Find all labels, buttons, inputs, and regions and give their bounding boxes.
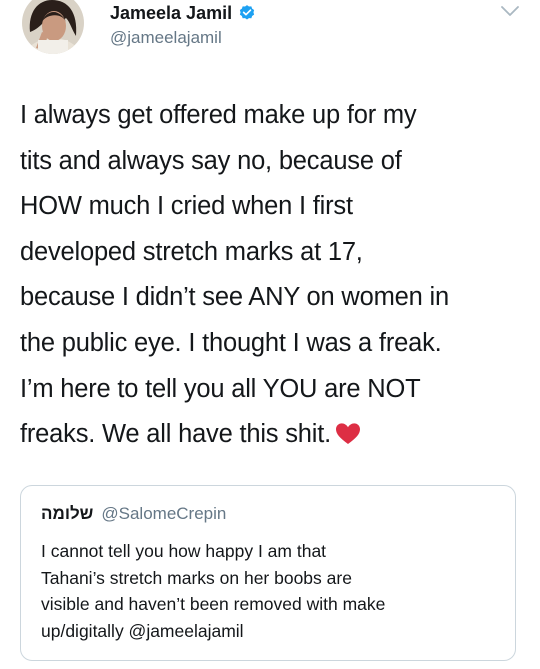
quoted-tweet-header: שלומה @SalomeCrepin (41, 504, 226, 524)
tweet-text-line: tits and always say no, because of (20, 146, 402, 175)
avatar[interactable] (22, 0, 84, 54)
tweet-text: I always get offered make up for my tits… (20, 93, 525, 458)
tweet-card: Jameela Jamil @jameelajamil I always get… (0, 0, 540, 669)
quoted-text-line: visible and haven’t been removed with ma… (41, 594, 386, 614)
quoted-text-line: up/digitally @jameelajamil (41, 620, 244, 641)
quoted-handle: @SalomeCrepin (101, 504, 227, 523)
tweet-text-line: I always get offered make up for my (20, 101, 417, 129)
quoted-text-line: Tahani’s stretch marks on her boobs are (41, 567, 352, 588)
tweet-text-line: developed stretch marks at 17, (20, 237, 363, 266)
heart-icon (335, 416, 361, 445)
tweet-text-line: the public eye. I thought I was a freak. (20, 328, 442, 357)
tweet-text-line: freaks. We all have this shit. (20, 420, 331, 449)
tweet-text-line: because I didn’t see ANY on women in (20, 283, 449, 312)
quoted-display-name: שלומה (41, 504, 94, 523)
tweet-text-line: I’m here to tell you all YOU are NOT (20, 374, 421, 403)
quoted-tweet[interactable]: שלומה @SalomeCrepin I cannot tell you ho… (20, 485, 516, 661)
quoted-text-line: I cannot tell you how happy I am that (41, 541, 327, 561)
author-handle[interactable]: @jameelajamil (110, 28, 222, 48)
quoted-tweet-text: I cannot tell you how happy I am that Ta… (41, 538, 501, 644)
author-name-line: Jameela Jamil (110, 2, 256, 24)
display-name[interactable]: Jameela Jamil (110, 3, 232, 24)
chevron-down-icon[interactable] (500, 4, 520, 18)
tweet-text-line: HOW much I cried when I first (20, 192, 353, 221)
verified-badge-icon (238, 4, 256, 22)
